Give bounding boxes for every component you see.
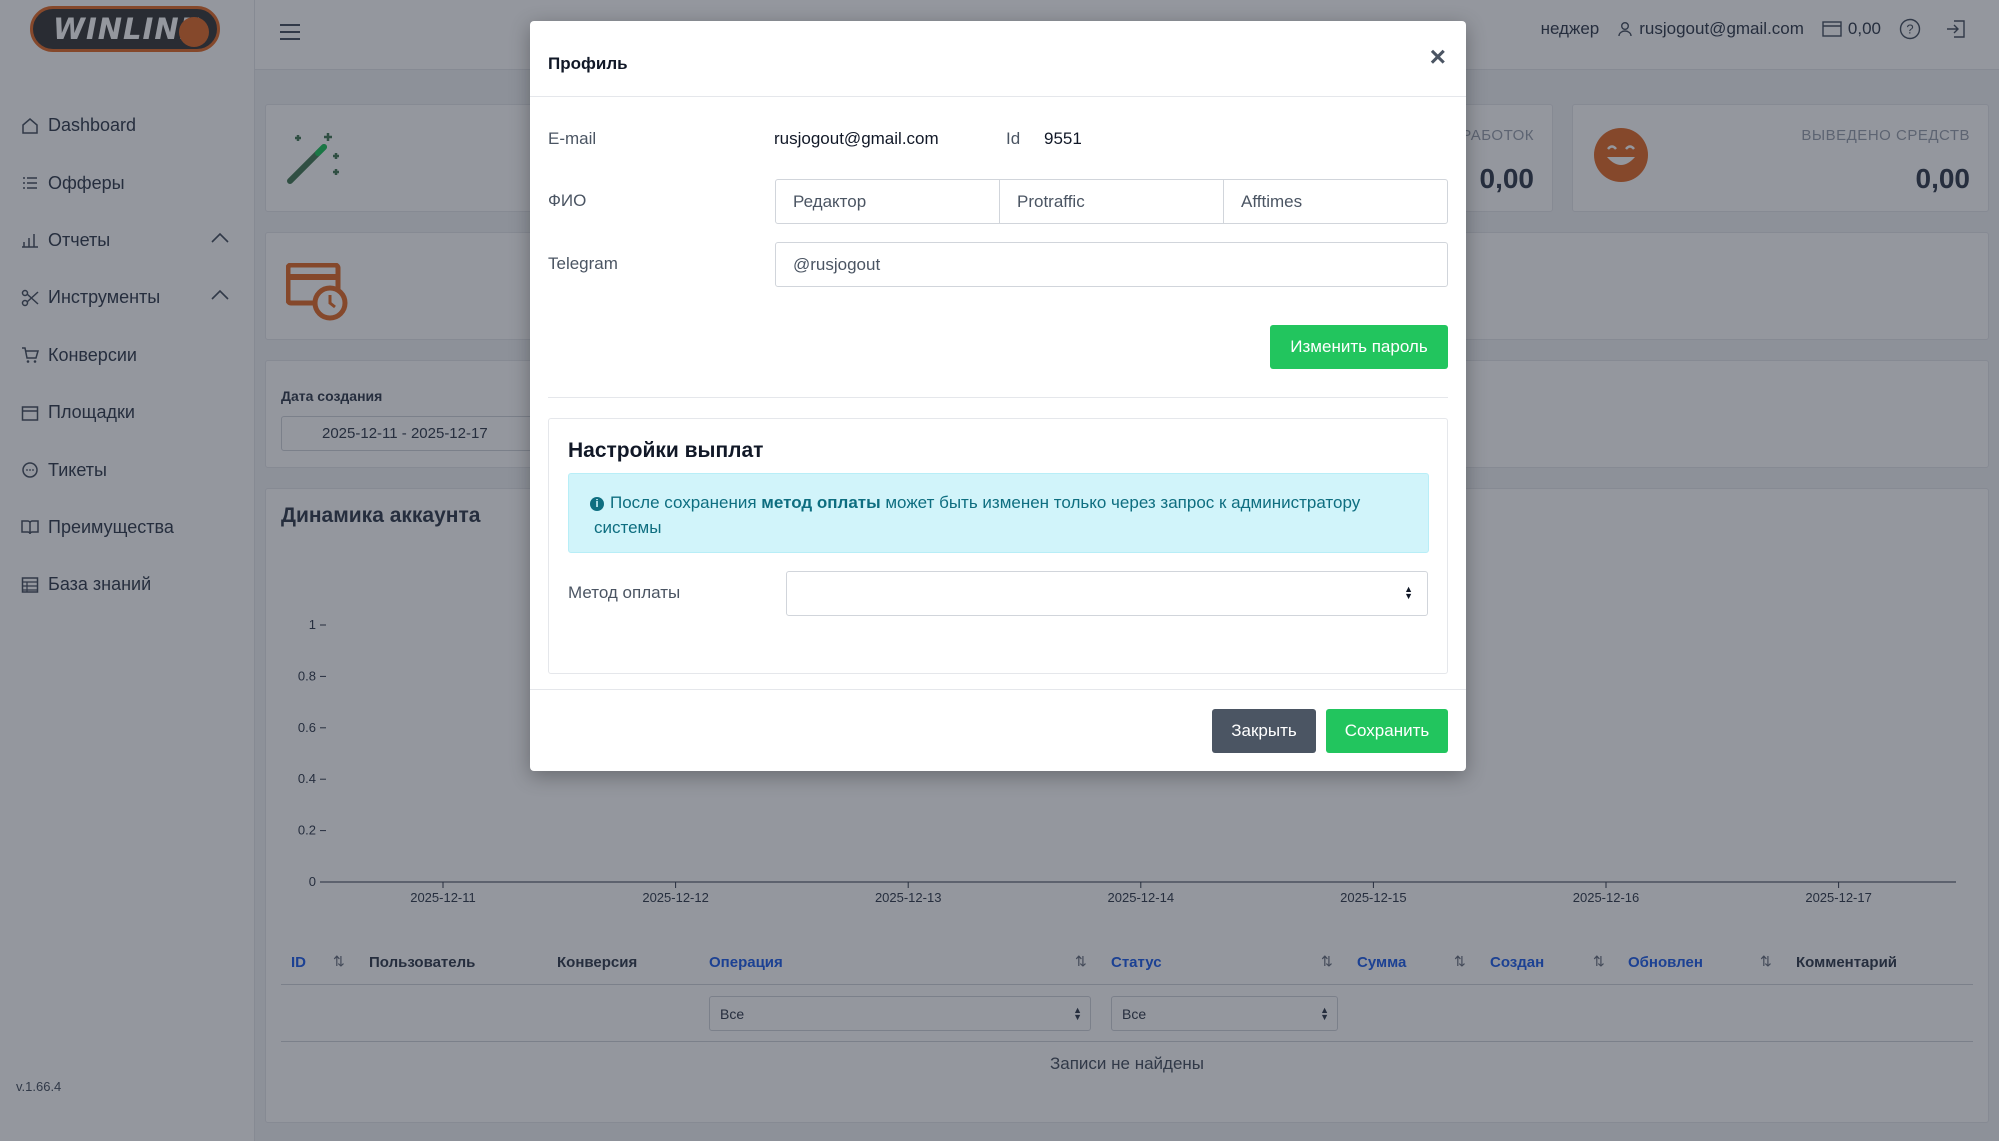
alert-text-prefix: После сохранения <box>610 493 762 512</box>
close-button[interactable]: Закрыть <box>1212 709 1316 753</box>
modal-section-divider <box>548 397 1448 398</box>
fio-label: ФИО <box>548 191 587 210</box>
telegram-field[interactable]: @rusjogout <box>775 242 1448 287</box>
id-value: 9551 <box>1044 129 1082 148</box>
modal-title: Профиль <box>548 54 628 73</box>
telegram-label: Telegram <box>548 254 618 273</box>
last-name-field[interactable]: Редактор <box>775 179 1000 224</box>
payout-settings-title: Настройки выплат <box>568 439 764 462</box>
first-name-field[interactable]: Protraffic <box>999 179 1224 224</box>
modal-footer-divider <box>530 689 1466 690</box>
id-label: Id <box>1006 129 1021 148</box>
payment-method-label: Метод оплаты <box>568 583 681 602</box>
payout-settings-box: Настройки выплат i После сохранения метод… <box>548 418 1448 674</box>
save-button[interactable]: Сохранить <box>1326 709 1448 753</box>
email-value: rusjogout@gmail.com <box>774 129 939 148</box>
profile-modal: Профиль × E-mail rusjogout@gmail.com Id … <box>530 21 1466 771</box>
middle-name-field[interactable]: Afftimes <box>1223 179 1448 224</box>
payment-method-alert: i После сохранения метод оплаты может быт… <box>568 473 1429 553</box>
info-icon: i <box>590 497 604 511</box>
change-password-button[interactable]: Изменить пароль <box>1270 325 1448 369</box>
modal-header: Профиль × <box>530 21 1466 97</box>
close-icon[interactable]: × <box>1430 43 1446 71</box>
select-arrows-icon: ▲ ▼ <box>1404 584 1413 601</box>
email-label: E-mail <box>548 129 597 148</box>
alert-text-bold: метод оплаты <box>761 493 881 512</box>
payment-method-select[interactable]: ▲ ▼ <box>786 571 1428 616</box>
